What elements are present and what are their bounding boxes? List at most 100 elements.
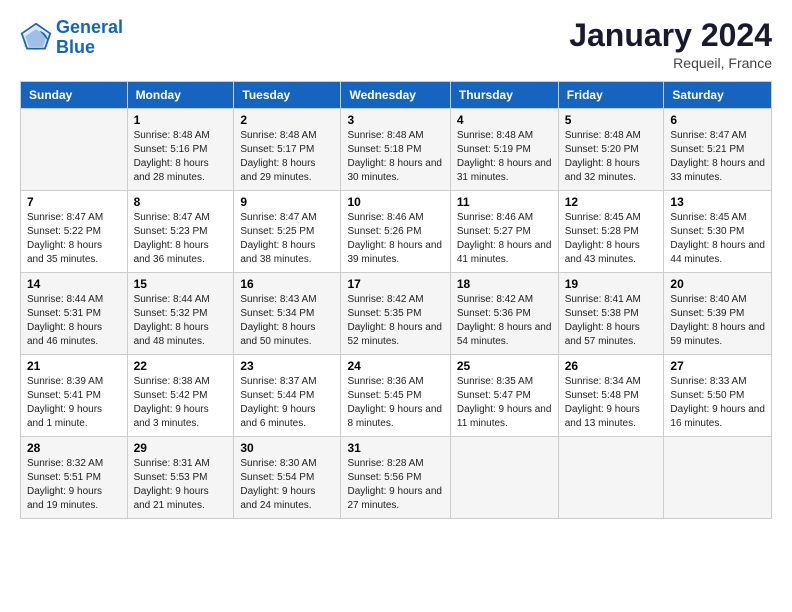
calendar-cell: 26 Sunrise: 8:34 AMSunset: 5:48 PMDaylig… [558,355,664,437]
day-info: Sunrise: 8:40 AMSunset: 5:39 PMDaylight:… [670,293,765,349]
logo-icon [20,22,52,54]
day-number: 25 [457,359,552,373]
day-number: 9 [240,195,334,209]
day-number: 22 [134,359,228,373]
day-info: Sunrise: 8:30 AMSunset: 5:54 PMDaylight:… [240,457,334,513]
calendar-cell: 10 Sunrise: 8:46 AMSunset: 5:26 PMDaylig… [341,191,450,273]
day-info: Sunrise: 8:33 AMSunset: 5:50 PMDaylight:… [670,375,765,431]
day-info: Sunrise: 8:48 AMSunset: 5:19 PMDaylight:… [457,129,552,185]
calendar-cell: 7 Sunrise: 8:47 AMSunset: 5:22 PMDayligh… [21,191,128,273]
day-number: 16 [240,277,334,291]
calendar-cell: 3 Sunrise: 8:48 AMSunset: 5:18 PMDayligh… [341,109,450,191]
calendar-cell: 8 Sunrise: 8:47 AMSunset: 5:23 PMDayligh… [127,191,234,273]
calendar-cell: 30 Sunrise: 8:30 AMSunset: 5:54 PMDaylig… [234,437,341,519]
day-info: Sunrise: 8:43 AMSunset: 5:34 PMDaylight:… [240,293,334,349]
logo-line1: General [56,17,123,37]
calendar-cell: 12 Sunrise: 8:45 AMSunset: 5:28 PMDaylig… [558,191,664,273]
title-area: January 2024 Requeil, France [569,18,772,71]
header-row: Sunday Monday Tuesday Wednesday Thursday… [21,82,772,109]
day-info: Sunrise: 8:45 AMSunset: 5:30 PMDaylight:… [670,211,765,267]
day-info: Sunrise: 8:48 AMSunset: 5:16 PMDaylight:… [134,129,228,185]
logo: General Blue [20,18,123,58]
day-info: Sunrise: 8:46 AMSunset: 5:27 PMDaylight:… [457,211,552,267]
calendar-week-3: 14 Sunrise: 8:44 AMSunset: 5:31 PMDaylig… [21,273,772,355]
calendar-cell: 22 Sunrise: 8:38 AMSunset: 5:42 PMDaylig… [127,355,234,437]
calendar-cell [558,437,664,519]
calendar-week-2: 7 Sunrise: 8:47 AMSunset: 5:22 PMDayligh… [21,191,772,273]
day-number: 18 [457,277,552,291]
calendar-cell: 18 Sunrise: 8:42 AMSunset: 5:36 PMDaylig… [450,273,558,355]
day-info: Sunrise: 8:42 AMSunset: 5:36 PMDaylight:… [457,293,552,349]
calendar-cell: 14 Sunrise: 8:44 AMSunset: 5:31 PMDaylig… [21,273,128,355]
day-info: Sunrise: 8:47 AMSunset: 5:21 PMDaylight:… [670,129,765,185]
day-number: 21 [27,359,121,373]
calendar-cell: 25 Sunrise: 8:35 AMSunset: 5:47 PMDaylig… [450,355,558,437]
day-number: 4 [457,113,552,127]
day-number: 8 [134,195,228,209]
calendar-cell: 20 Sunrise: 8:40 AMSunset: 5:39 PMDaylig… [664,273,772,355]
day-info: Sunrise: 8:42 AMSunset: 5:35 PMDaylight:… [347,293,443,349]
day-number: 27 [670,359,765,373]
calendar-cell: 4 Sunrise: 8:48 AMSunset: 5:19 PMDayligh… [450,109,558,191]
calendar-week-4: 21 Sunrise: 8:39 AMSunset: 5:41 PMDaylig… [21,355,772,437]
calendar-cell [21,109,128,191]
day-number: 14 [27,277,121,291]
header-thursday: Thursday [450,82,558,109]
day-info: Sunrise: 8:44 AMSunset: 5:32 PMDaylight:… [134,293,228,349]
day-info: Sunrise: 8:39 AMSunset: 5:41 PMDaylight:… [27,375,121,431]
calendar-cell: 5 Sunrise: 8:48 AMSunset: 5:20 PMDayligh… [558,109,664,191]
calendar-cell: 29 Sunrise: 8:31 AMSunset: 5:53 PMDaylig… [127,437,234,519]
calendar-cell: 19 Sunrise: 8:41 AMSunset: 5:38 PMDaylig… [558,273,664,355]
day-number: 13 [670,195,765,209]
logo-text: General Blue [56,18,123,58]
day-number: 11 [457,195,552,209]
calendar-cell: 31 Sunrise: 8:28 AMSunset: 5:56 PMDaylig… [341,437,450,519]
day-number: 19 [565,277,658,291]
calendar-cell: 16 Sunrise: 8:43 AMSunset: 5:34 PMDaylig… [234,273,341,355]
calendar-cell: 15 Sunrise: 8:44 AMSunset: 5:32 PMDaylig… [127,273,234,355]
day-info: Sunrise: 8:46 AMSunset: 5:26 PMDaylight:… [347,211,443,267]
day-info: Sunrise: 8:41 AMSunset: 5:38 PMDaylight:… [565,293,658,349]
day-info: Sunrise: 8:34 AMSunset: 5:48 PMDaylight:… [565,375,658,431]
day-number: 15 [134,277,228,291]
day-number: 30 [240,441,334,455]
header: General Blue January 2024 Requeil, Franc… [20,18,772,71]
day-info: Sunrise: 8:36 AMSunset: 5:45 PMDaylight:… [347,375,443,431]
calendar-cell: 27 Sunrise: 8:33 AMSunset: 5:50 PMDaylig… [664,355,772,437]
day-number: 5 [565,113,658,127]
day-number: 7 [27,195,121,209]
day-info: Sunrise: 8:35 AMSunset: 5:47 PMDaylight:… [457,375,552,431]
calendar-cell: 23 Sunrise: 8:37 AMSunset: 5:44 PMDaylig… [234,355,341,437]
day-info: Sunrise: 8:37 AMSunset: 5:44 PMDaylight:… [240,375,334,431]
day-number: 6 [670,113,765,127]
day-number: 17 [347,277,443,291]
calendar-cell: 17 Sunrise: 8:42 AMSunset: 5:35 PMDaylig… [341,273,450,355]
day-number: 1 [134,113,228,127]
calendar-cell: 11 Sunrise: 8:46 AMSunset: 5:27 PMDaylig… [450,191,558,273]
day-number: 3 [347,113,443,127]
calendar-cell: 1 Sunrise: 8:48 AMSunset: 5:16 PMDayligh… [127,109,234,191]
calendar-cell: 6 Sunrise: 8:47 AMSunset: 5:21 PMDayligh… [664,109,772,191]
month-title: January 2024 [569,18,772,53]
header-tuesday: Tuesday [234,82,341,109]
calendar-cell: 9 Sunrise: 8:47 AMSunset: 5:25 PMDayligh… [234,191,341,273]
header-friday: Friday [558,82,664,109]
day-info: Sunrise: 8:44 AMSunset: 5:31 PMDaylight:… [27,293,121,349]
day-number: 20 [670,277,765,291]
day-number: 23 [240,359,334,373]
header-saturday: Saturday [664,82,772,109]
calendar-cell [664,437,772,519]
day-info: Sunrise: 8:32 AMSunset: 5:51 PMDaylight:… [27,457,121,513]
calendar-cell: 2 Sunrise: 8:48 AMSunset: 5:17 PMDayligh… [234,109,341,191]
logo-line2: Blue [56,37,95,57]
day-info: Sunrise: 8:48 AMSunset: 5:18 PMDaylight:… [347,129,443,185]
day-info: Sunrise: 8:47 AMSunset: 5:25 PMDaylight:… [240,211,334,267]
day-number: 10 [347,195,443,209]
calendar-cell [450,437,558,519]
calendar-cell: 21 Sunrise: 8:39 AMSunset: 5:41 PMDaylig… [21,355,128,437]
day-info: Sunrise: 8:48 AMSunset: 5:17 PMDaylight:… [240,129,334,185]
day-info: Sunrise: 8:31 AMSunset: 5:53 PMDaylight:… [134,457,228,513]
header-sunday: Sunday [21,82,128,109]
day-number: 24 [347,359,443,373]
calendar-week-5: 28 Sunrise: 8:32 AMSunset: 5:51 PMDaylig… [21,437,772,519]
